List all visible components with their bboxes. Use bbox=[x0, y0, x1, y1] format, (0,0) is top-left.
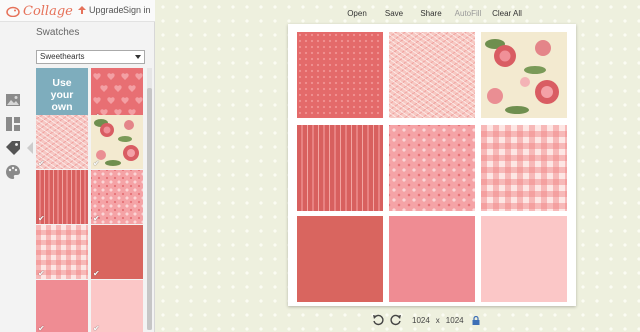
collage-cell-pink[interactable] bbox=[389, 216, 475, 302]
collage-logo[interactable]: Collage bbox=[6, 3, 73, 19]
collage-canvas bbox=[288, 24, 576, 306]
roses-pattern bbox=[485, 39, 559, 114]
swatch-tile-hearts[interactable]: ✔ bbox=[91, 68, 143, 122]
canvas-size-bar: 1024 x 1024 bbox=[372, 312, 492, 328]
collage-cell-stripes[interactable] bbox=[297, 125, 383, 211]
chevron-down-icon bbox=[135, 55, 141, 59]
swatch-tile-gingham[interactable]: ✔ bbox=[36, 225, 88, 279]
swatch-tile-roses[interactable]: ✔ bbox=[91, 115, 143, 169]
save-button[interactable]: Save bbox=[375, 6, 413, 22]
upgrade-link[interactable]: Upgrade bbox=[78, 5, 124, 15]
open-button[interactable]: Open bbox=[339, 6, 375, 22]
swatch-tile-dots[interactable]: ✔ bbox=[91, 170, 143, 224]
collage-cell-crosshatch[interactable] bbox=[389, 32, 475, 118]
checkmark-icon: ✔ bbox=[38, 214, 45, 223]
swatch-scrollbar[interactable] bbox=[147, 68, 152, 330]
clear-all-button[interactable]: Clear All bbox=[487, 6, 527, 22]
swatches-title: Swatches bbox=[36, 27, 80, 38]
image-icon[interactable] bbox=[5, 92, 21, 108]
collage-cell-light-pink[interactable] bbox=[481, 216, 567, 302]
top-bar: Collage Upgrade Sign in bbox=[0, 0, 155, 22]
checkmark-icon: ✔ bbox=[93, 214, 100, 223]
upgrade-label: Upgrade bbox=[89, 5, 124, 15]
width-value[interactable]: 1024 bbox=[412, 316, 430, 325]
active-panel-indicator bbox=[27, 142, 33, 154]
palette-icon[interactable] bbox=[5, 164, 21, 180]
swatch-tile-pink[interactable]: ✔ bbox=[36, 280, 88, 332]
use-your-own-tile[interactable]: Use your own bbox=[36, 68, 88, 122]
checkmark-icon: ✔ bbox=[38, 324, 45, 332]
collage-cell-roses[interactable] bbox=[481, 32, 567, 118]
collage-cell-dotted-coral[interactable] bbox=[297, 32, 383, 118]
checkmark-icon: ✔ bbox=[38, 269, 45, 278]
checkmark-icon: ✔ bbox=[93, 324, 100, 332]
rotate-left-icon[interactable] bbox=[372, 314, 384, 326]
collage-cell-gingham[interactable] bbox=[481, 125, 567, 211]
scrollbar-thumb[interactable] bbox=[147, 88, 152, 330]
swatch-tile-light-pink[interactable]: ✔ bbox=[91, 280, 143, 332]
share-button[interactable]: Share bbox=[413, 6, 449, 22]
signin-link[interactable]: Sign in bbox=[123, 5, 151, 15]
collage-cell-coral[interactable] bbox=[297, 216, 383, 302]
use-own-label: Use your own bbox=[50, 77, 74, 113]
checkmark-icon: ✔ bbox=[38, 159, 45, 168]
toolbar: Open Save Share AutoFill Clear All bbox=[339, 6, 527, 22]
checkmark-icon: ✔ bbox=[93, 159, 100, 168]
swatch-set-select[interactable]: Sweethearts bbox=[36, 50, 145, 64]
size-separator: x bbox=[435, 315, 440, 325]
swatch-tile-coral[interactable]: ✔ bbox=[91, 225, 143, 279]
swatch-tag-icon[interactable] bbox=[5, 140, 21, 156]
height-value[interactable]: 1024 bbox=[446, 316, 464, 325]
app-name: Collage bbox=[23, 3, 73, 19]
bird-logo-icon bbox=[6, 6, 20, 17]
sidebar: Collage Upgrade Sign in Swatches Sweethe… bbox=[0, 0, 155, 332]
collage-cell-dots[interactable] bbox=[389, 125, 475, 211]
swatch-tile-crosshatch[interactable]: ✔ bbox=[36, 115, 88, 169]
lock-icon[interactable] bbox=[472, 315, 480, 325]
select-value: Sweethearts bbox=[40, 52, 85, 61]
rotate-right-icon[interactable] bbox=[390, 314, 402, 326]
checkmark-icon: ✔ bbox=[93, 269, 100, 278]
autofill-button[interactable]: AutoFill bbox=[449, 6, 487, 22]
layout-icon[interactable] bbox=[5, 116, 21, 132]
swatch-tile-stripes[interactable]: ✔ bbox=[36, 170, 88, 224]
upgrade-icon bbox=[78, 6, 86, 14]
